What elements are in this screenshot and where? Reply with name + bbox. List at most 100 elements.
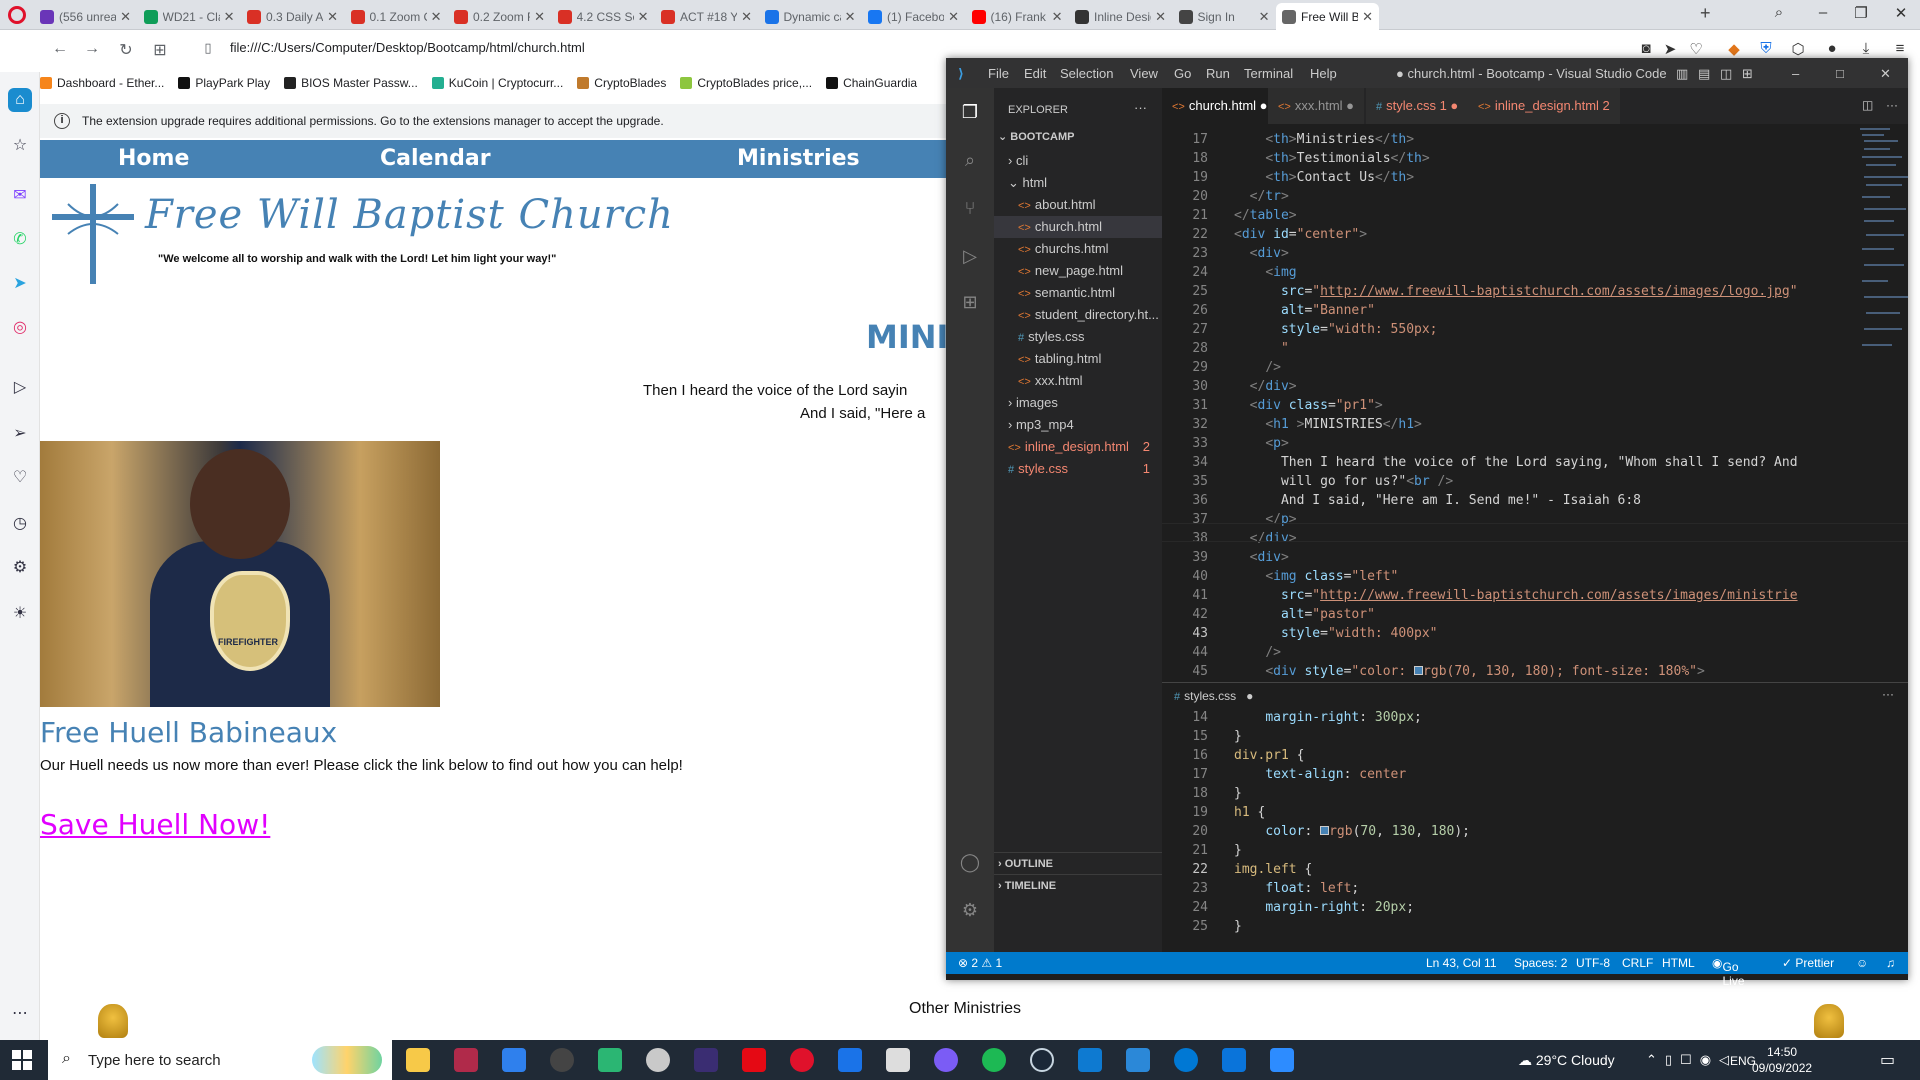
panel-more-icon[interactable]: ··· xyxy=(1882,687,1894,701)
notifications-icon[interactable]: ▭ xyxy=(1880,1050,1895,1070)
tab-close-icon[interactable]: ✕ xyxy=(741,9,752,25)
browser-tab[interactable]: Inline Design ✕ xyxy=(1069,3,1172,30)
tab-close-icon[interactable]: ✕ xyxy=(638,9,649,25)
send-icon[interactable]: ➤ xyxy=(1660,40,1680,58)
code-line[interactable]: </table> xyxy=(1234,206,1297,225)
code-line[interactable]: margin-right: 20px; xyxy=(1234,898,1414,917)
code-line[interactable]: alt="pastor" xyxy=(1234,605,1375,624)
steam-icon[interactable] xyxy=(1030,1048,1054,1072)
nav-calendar[interactable]: Calendar xyxy=(380,146,491,171)
code-line[interactable]: Then I heard the voice of the Lord sayin… xyxy=(1234,453,1798,472)
explorer-files-icon[interactable]: ❐ xyxy=(958,102,982,126)
tab-close-icon[interactable]: ✕ xyxy=(1052,9,1063,25)
code-line[interactable]: style="width: 400px" xyxy=(1234,624,1438,643)
line-ending[interactable]: CRLF xyxy=(1622,956,1653,970)
problems-indicator[interactable]: ⊗ 2 ⚠ 1 xyxy=(958,956,1002,970)
code-line[interactable]: <h1 >MINISTRIES</h1> xyxy=(1234,415,1422,434)
tab-close-icon[interactable]: ✕ xyxy=(948,9,959,25)
new-tab-plus-icon[interactable]: + xyxy=(1700,3,1711,24)
menu-view[interactable]: View xyxy=(1130,66,1158,81)
html-editor[interactable]: 17 <th>Ministries</th> 18 <th>Testimonial… xyxy=(946,130,1908,679)
code-line[interactable]: will go for us?"<br /> xyxy=(1234,472,1453,491)
app-icon[interactable] xyxy=(838,1048,862,1072)
minimize-icon[interactable]: – xyxy=(1792,66,1799,81)
url-field[interactable]: file:///C:/Users/Computer/Desktop/Bootca… xyxy=(230,40,585,55)
file-explorer-icon[interactable] xyxy=(406,1048,430,1072)
browser-tab[interactable]: (556 unread)✕ xyxy=(34,3,137,30)
code-line[interactable]: <th>Contact Us</th> xyxy=(1234,168,1414,187)
cursor-position[interactable]: Ln 43, Col 11 xyxy=(1426,956,1497,970)
menu-edit[interactable]: Edit xyxy=(1024,66,1046,81)
nav-ministries[interactable]: Ministries xyxy=(737,146,860,171)
encoding[interactable]: UTF-8 xyxy=(1576,956,1610,970)
reload-icon[interactable]: ↻ xyxy=(116,40,136,60)
code-line[interactable]: <th>Testimonials</th> xyxy=(1234,149,1429,168)
browser-tab[interactable]: 0.1 Zoom Cla ✕ xyxy=(345,3,448,30)
maximize-icon[interactable]: □ xyxy=(1836,66,1844,81)
menu-go[interactable]: Go xyxy=(1174,66,1191,81)
avatar-icon[interactable]: ● xyxy=(1822,40,1842,57)
metamask-icon[interactable]: ◆ xyxy=(1724,40,1744,58)
tab-close-icon[interactable]: ✕ xyxy=(534,9,545,25)
code-line[interactable]: src="http://www.freewill-baptistchurch.c… xyxy=(1234,282,1798,301)
pin-icon[interactable]: ☆ xyxy=(8,134,32,158)
tab-close-icon[interactable]: ✕ xyxy=(431,9,442,25)
notifications-bell-icon[interactable]: ♫ xyxy=(1886,956,1895,970)
shield-extension-icon[interactable]: ⛨ xyxy=(1756,40,1776,57)
minimize-icon[interactable]: – xyxy=(1808,4,1838,21)
code-line[interactable]: h1 { xyxy=(1234,803,1265,822)
tab-close-icon[interactable]: ✕ xyxy=(1362,9,1373,25)
css-editor[interactable]: 14 margin-right: 300px; 15} 16 div.pr1 {17 … xyxy=(946,708,1908,952)
editor-more-icon[interactable]: ··· xyxy=(1886,98,1898,112)
prettier-status[interactable]: ✓ Prettier xyxy=(1782,956,1834,970)
back-arrow-icon[interactable]: ← xyxy=(50,40,70,58)
layout-custom-icon[interactable]: ⊞ xyxy=(1742,66,1753,82)
tab-close-icon[interactable]: ✕ xyxy=(327,9,338,25)
bookmark-item[interactable]: Dashboard - Ether... xyxy=(40,76,164,90)
code-line[interactable]: <div style="color: rgb(70, 130, 180); fo… xyxy=(1234,662,1705,679)
download-icon[interactable]: ⤓ xyxy=(1856,40,1876,57)
app-icon[interactable] xyxy=(886,1048,910,1072)
todo-icon[interactable] xyxy=(1126,1048,1150,1072)
layout-panel-icon[interactable]: ▤ xyxy=(1698,66,1710,82)
player-icon[interactable]: ▷ xyxy=(8,376,32,400)
vscode-icon[interactable] xyxy=(1078,1048,1102,1072)
instagram-icon[interactable]: ◎ xyxy=(8,316,32,340)
cube-icon[interactable]: ⬡ xyxy=(1788,40,1808,58)
browser-tab[interactable]: 0.2 Zoom Rec ✕ xyxy=(448,3,551,30)
code-line[interactable]: src="http://www.freewill-baptistchurch.c… xyxy=(1234,586,1798,605)
app-icon[interactable] xyxy=(550,1048,574,1072)
nav-home[interactable]: Home xyxy=(118,146,189,171)
code-line[interactable]: div.pr1 { xyxy=(1234,746,1304,765)
menu-help[interactable]: Help xyxy=(1310,66,1337,81)
code-line[interactable]: <div> xyxy=(1234,548,1289,567)
code-line[interactable]: And I said, "Here am I. Send me!" - Isai… xyxy=(1234,491,1641,510)
code-line[interactable]: style="width: 550px; xyxy=(1234,320,1438,339)
browser-tab[interactable]: Free Will Bapt✕ xyxy=(1276,3,1379,30)
styles-css-tab[interactable]: # styles.css ● xyxy=(1162,683,1254,709)
bookmark-item[interactable]: PlayPark Play xyxy=(178,76,270,90)
bookmark-item[interactable]: ChainGuardia xyxy=(826,76,917,90)
history-icon[interactable]: ◷ xyxy=(8,512,32,536)
tab-close-icon[interactable]: ✕ xyxy=(845,9,856,25)
code-line[interactable]: <div id="center"> xyxy=(1234,225,1367,244)
go-live-button[interactable]: ◉ Go Live xyxy=(1712,956,1745,988)
code-line[interactable]: } xyxy=(1234,841,1242,860)
app-icon[interactable] xyxy=(694,1048,718,1072)
editor-tab[interactable]: <> church.html ● xyxy=(1162,88,1278,124)
minimap[interactable] xyxy=(1856,124,1908,384)
code-line[interactable]: <p> xyxy=(1234,434,1288,453)
tab-grid-icon[interactable]: ⊞ xyxy=(150,40,170,60)
code-line[interactable]: } xyxy=(1234,727,1242,746)
app-icon[interactable] xyxy=(502,1048,526,1072)
language-mode[interactable]: HTML xyxy=(1662,956,1695,970)
menu-terminal[interactable]: Terminal xyxy=(1244,66,1293,81)
bookmark-item[interactable]: KuCoin | Cryptocurr... xyxy=(431,76,563,90)
whatsapp-icon[interactable]: ✆ xyxy=(8,228,32,252)
app-icon[interactable] xyxy=(598,1048,622,1072)
heart-icon[interactable]: ♡ xyxy=(8,466,32,490)
forward-arrow-icon[interactable]: → xyxy=(82,40,102,58)
home-icon[interactable]: ⌂ xyxy=(8,88,32,112)
search-tabs-icon[interactable]: ⌕ xyxy=(1764,4,1794,21)
code-line[interactable]: /> xyxy=(1234,643,1281,662)
